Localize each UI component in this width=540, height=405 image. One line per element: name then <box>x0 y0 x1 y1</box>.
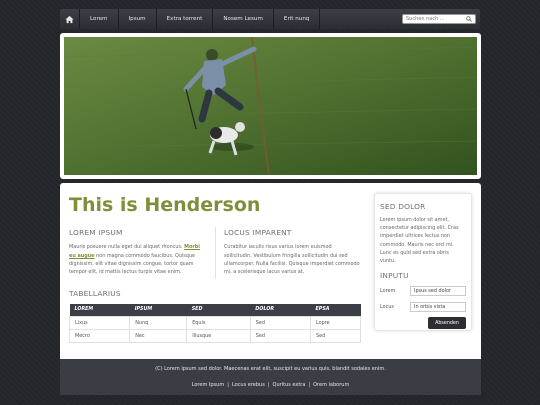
nav-item-nosem-lesum[interactable]: Nosem Lesum <box>213 9 274 29</box>
footer-copyright: (C) Lorem ipsum sed dolor. Maecenas erat… <box>155 366 386 372</box>
form-row-lorem: Lorem <box>380 286 466 297</box>
table-header: EPSA <box>310 304 361 316</box>
table-header: DOLOR <box>250 304 311 316</box>
table-cell: Illusque <box>186 328 251 343</box>
table-cell: Sed <box>310 328 361 343</box>
table-cell: Lixus <box>68 315 131 330</box>
table-cell: Lopre <box>310 315 361 330</box>
home-icon <box>65 15 74 23</box>
column-lorem-ipsum: LOREM IPSUM Mauris posuere nulla eget du… <box>69 228 205 276</box>
hero-photo-art <box>64 37 477 175</box>
main-content: This is Henderson LOREM IPSUM Mauris pos… <box>60 183 481 359</box>
table-row: Lixus Nunq Equis Sed Lopre <box>68 315 361 330</box>
table-header-row: LOREM IPSUM SED DOLOR EPSA <box>69 304 361 316</box>
sidebar: SED DOLOR Lorem ipsum dolor sit amet, co… <box>374 193 472 331</box>
field-label: Locus <box>380 304 394 311</box>
table-cell: Mecro <box>68 328 131 343</box>
search-icon[interactable] <box>466 16 472 22</box>
page-title: This is Henderson <box>69 194 261 216</box>
field-label: Lorem <box>380 288 396 295</box>
table-row: Mecro Nec Illusque Sed Sed <box>68 328 361 343</box>
table-cell: Nec <box>129 328 188 343</box>
column-heading: LOREM IPSUM <box>69 228 123 237</box>
home-button[interactable] <box>60 9 80 29</box>
nav-item-extra-torrent[interactable]: Extra torrent <box>157 9 214 29</box>
footer-link[interactable]: Lorem Ipsum <box>192 382 225 388</box>
link-separator: | <box>308 382 311 388</box>
lorem-field[interactable] <box>410 286 466 297</box>
sidebar-text: Lorem ipsum dolor sit amet, consectetur … <box>380 217 459 265</box>
hero-photo <box>64 37 477 175</box>
table-cell: Sed <box>249 328 312 343</box>
form-row-locus: Locus <box>380 302 466 313</box>
column-divider <box>215 227 216 279</box>
footer-link[interactable]: Locus erebus <box>232 382 265 388</box>
nav-item-lorem[interactable]: Lorem <box>80 9 119 29</box>
table-cell: Equis <box>186 315 251 330</box>
column-text: Mauris posuere nulla eget dui aliquet rh… <box>69 244 200 276</box>
footer: (C) Lorem ipsum sed dolor. Maecenas erat… <box>60 359 481 395</box>
table-header: IPSUM <box>129 304 187 316</box>
footer-links: Lorem Ipsum | Locus erebus | Quritus extra | O… <box>60 382 481 388</box>
nav-item-ipsum[interactable]: Ipsum <box>119 9 157 29</box>
table-cell: Sed <box>249 315 312 330</box>
table-header: LOREM <box>69 304 130 316</box>
footer-link[interactable]: Quritus extra <box>273 382 306 388</box>
form-heading: INPUTU <box>380 271 409 281</box>
data-table: LOREM IPSUM SED DOLOR EPSA Lixus Nunq Eq… <box>68 304 361 343</box>
table-header: SED <box>186 304 251 316</box>
search-input[interactable] <box>406 16 466 22</box>
table-cell: Nunq <box>129 315 188 330</box>
search-box <box>402 14 476 24</box>
column-heading: LOCUS IMPARENT <box>224 228 292 237</box>
top-nav: Lorem Ipsum Extra torrent Nosem Lesum Er… <box>60 9 480 29</box>
sidebar-heading: SED DOLOR <box>380 202 426 211</box>
table-title: TABELLARIUS <box>69 289 121 298</box>
hero-image-frame <box>60 33 481 179</box>
nav-item-erit-nunq[interactable]: Erit nunq <box>274 9 321 29</box>
link-separator: | <box>267 382 270 388</box>
locus-field[interactable] <box>410 302 466 313</box>
column-locus-imparent: LOCUS IMPARENT Curabitur iaculis risus v… <box>224 228 360 276</box>
submit-button[interactable]: Absenden <box>428 317 466 330</box>
column-text: Curabitur iaculis risus varius lorem eui… <box>224 244 360 276</box>
footer-link[interactable]: Orem laborum <box>313 382 349 388</box>
link-separator: | <box>227 382 229 388</box>
